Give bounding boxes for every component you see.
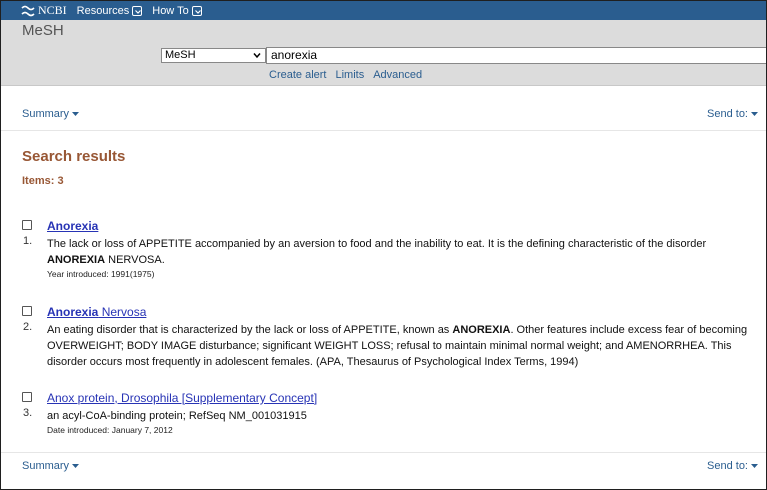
desc-text: NERVOSA. [105,254,165,266]
desc-text: The lack or loss of APPETITE accompanied… [47,238,707,250]
limits-link[interactable]: Limits [335,69,364,81]
search-header: MeSH MeSH anorexia Create alert Limits A… [1,20,766,86]
chevron-down-icon [132,5,143,16]
result-item: 2. Anorexia Nervosa An eating disorder t… [22,305,766,375]
desc-highlight: ANOREXIA [47,254,106,266]
resources-menu[interactable]: Resources [77,5,143,17]
ncbi-top-bar: NCBI Resources How To [1,1,766,20]
desc-text: An eating disorder that is characterized… [47,324,453,336]
result-title-rest: Anox protein, Drosophila [Supplementary … [47,391,318,405]
ncbi-logo[interactable]: NCBI [21,3,67,18]
items-count: Items: 3 [22,175,64,187]
caret-down-icon [751,111,758,116]
result-item: 1. Anorexia The lack or loss of APPETITE… [22,219,766,289]
caret-down-icon [72,463,80,468]
summary-label: Summary [22,460,70,472]
result-meta: Year introduced: 1991(1975) [47,269,155,279]
howto-menu-label: How To [152,4,189,17]
result-title-link[interactable]: Anox protein, Drosophila [Supplementary … [47,391,317,405]
send-to-dropdown[interactable]: Send to: [707,108,758,120]
result-title-link[interactable]: Anorexia Nervosa [47,305,146,319]
result-title-link[interactable]: Anorexia [47,219,98,233]
database-select-value: MeSH [165,49,196,61]
result-description: The lack or loss of APPETITE accompanied… [47,236,766,280]
ncbi-logo-text: NCBI [38,3,67,17]
summary-label: Summary [22,108,70,120]
howto-menu[interactable]: How To [152,4,202,17]
database-title: MeSH [22,22,64,39]
summary-dropdown[interactable]: Summary [22,108,80,120]
summary-dropdown[interactable]: Summary [22,460,80,472]
create-alert-link[interactable]: Create alert [269,69,326,81]
results-heading: Search results [22,148,126,165]
result-number: 2. [23,321,33,333]
send-to-label: Send to: [707,460,748,472]
page-frame: NCBI Resources How To MeSH MeSH anorexia… [0,0,767,490]
caret-down-icon [72,111,80,116]
desc-text: an acyl-CoA-binding protein; RefSeq NM_0… [47,410,307,422]
result-checkbox[interactable] [22,306,32,316]
send-to-dropdown[interactable]: Send to: [707,460,758,472]
result-item: 3. Anox protein, Drosophila [Supplementa… [22,391,766,441]
database-select[interactable]: MeSH [161,48,266,63]
divider [1,452,766,453]
result-description: an acyl-CoA-binding protein; RefSeq NM_0… [47,408,766,436]
resources-menu-label: Resources [76,4,130,17]
result-title-bold: Anorexia [47,305,99,319]
result-number: 3. [23,407,33,419]
result-checkbox[interactable] [22,220,32,230]
desc-highlight: ANOREXIA [452,324,511,336]
chevron-down-icon [191,5,202,16]
send-to-label: Send to: [707,108,748,120]
result-title-rest: Nervosa [98,305,147,319]
ncbi-logo-icon [21,5,35,16]
result-description: An eating disorder that is characterized… [47,322,766,370]
search-links: Create alert Limits Advanced [269,69,422,81]
divider [1,130,766,131]
chevron-down-icon [253,53,261,59]
result-checkbox[interactable] [22,392,32,402]
search-input[interactable]: anorexia [266,47,766,64]
result-meta: Date introduced: January 7, 2012 [47,425,173,435]
result-title-bold: Anorexia [47,219,99,233]
caret-down-icon [751,463,758,468]
advanced-link[interactable]: Advanced [373,69,422,81]
result-number: 1. [23,235,33,247]
